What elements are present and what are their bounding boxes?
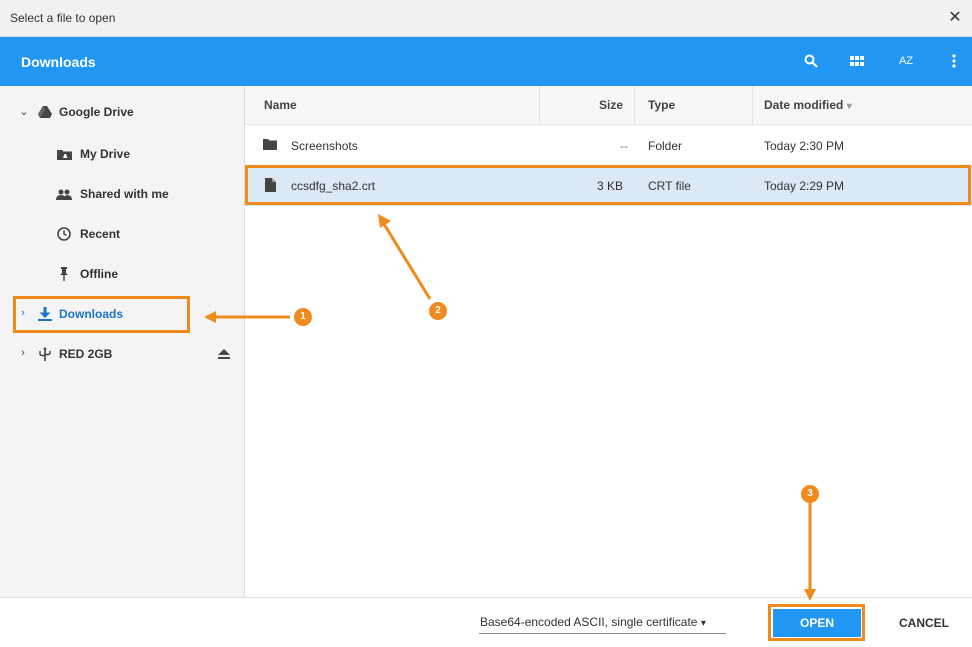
sidebar-item-label: Recent <box>80 227 121 241</box>
step-badge-3: 3 <box>801 485 819 503</box>
chevron-right-icon[interactable]: › <box>17 347 29 359</box>
step-badge-1: 1 <box>294 308 312 326</box>
dropdown-arrow-icon: ▾ <box>700 618 706 629</box>
file-list: Name Size Type Date modified ▾ Screensho… <box>245 86 972 597</box>
column-header-size[interactable]: Size <box>599 86 623 125</box>
folder-drive-icon <box>56 146 72 162</box>
file-date: Today 2:29 PM <box>764 179 845 193</box>
sidebar-item-label: Offline <box>80 267 118 281</box>
file-icon <box>265 178 276 195</box>
clock-icon <box>56 226 72 242</box>
column-divider[interactable] <box>539 86 540 125</box>
file-type-filter-label: Base64-encoded ASCII, single certificate <box>480 615 698 629</box>
cancel-button[interactable]: CANCEL <box>882 609 966 637</box>
usb-icon <box>37 346 53 362</box>
table-row[interactable]: ccsdfg_sha2.crt 3 KB CRT file Today 2:29… <box>245 166 972 206</box>
file-name: Screenshots <box>291 139 358 153</box>
sidebar-item-label: Google Drive <box>59 105 134 119</box>
column-header-type[interactable]: Type <box>648 86 675 125</box>
google-drive-icon <box>37 104 53 120</box>
dialog-footer: Base64-encoded ASCII, single certificate… <box>0 597 972 647</box>
sidebar-item-label: Shared with me <box>80 187 169 201</box>
file-name: ccsdfg_sha2.crt <box>291 179 376 193</box>
eject-icon[interactable] <box>216 346 232 362</box>
dialog-titlebar: Select a file to open ✕ <box>0 0 972 37</box>
sidebar-item-offline[interactable]: Offline <box>0 254 244 294</box>
column-divider[interactable] <box>752 86 753 125</box>
column-header-date-label: Date modified <box>764 98 844 112</box>
file-type-filter-select[interactable]: Base64-encoded ASCII, single certificate… <box>480 615 706 629</box>
column-header-name[interactable]: Name <box>264 86 297 125</box>
grid-view-icon[interactable] <box>845 49 869 73</box>
sidebar-item-label: My Drive <box>80 147 131 161</box>
open-button[interactable]: OPEN <box>773 609 861 637</box>
folder-icon <box>263 139 277 153</box>
chevron-right-icon[interactable]: › <box>17 307 29 319</box>
dialog-title: Select a file to open <box>10 11 116 25</box>
step-badge-2: 2 <box>429 302 447 320</box>
more-vert-icon[interactable] <box>942 49 966 73</box>
file-date: Today 2:30 PM <box>764 139 845 153</box>
sidebar-item-shared-with-me[interactable]: Shared with me <box>0 174 244 214</box>
file-list-header: Name Size Type Date modified ▾ <box>245 86 972 125</box>
sidebar-item-label: RED 2GB <box>59 347 113 361</box>
toolbar: Downloads AZ <box>0 37 972 86</box>
sort-descending-icon: ▾ <box>846 101 852 112</box>
current-folder-title: Downloads <box>21 54 96 70</box>
sidebar-item-recent[interactable]: Recent <box>0 214 244 254</box>
column-header-date[interactable]: Date modified ▾ <box>764 86 852 125</box>
sidebar-item-downloads[interactable]: › Downloads <box>0 294 244 334</box>
file-type: CRT file <box>648 179 691 193</box>
close-icon[interactable]: ✕ <box>944 7 966 29</box>
sort-az-icon[interactable]: AZ <box>894 49 918 73</box>
search-icon[interactable] <box>799 49 823 73</box>
column-divider[interactable] <box>634 86 635 125</box>
sidebar: ⌄ Google Drive My Drive Shared with me R… <box>0 86 245 597</box>
file-size: -- <box>620 139 628 153</box>
pin-icon <box>56 266 72 282</box>
download-icon <box>37 306 53 322</box>
sidebar-item-label: Downloads <box>59 307 124 321</box>
table-row[interactable]: Screenshots -- Folder Today 2:30 PM <box>245 126 972 166</box>
people-icon <box>56 186 72 202</box>
sidebar-item-red-2gb[interactable]: › RED 2GB <box>0 334 244 374</box>
sidebar-item-google-drive[interactable]: ⌄ Google Drive <box>0 92 244 132</box>
file-type: Folder <box>648 139 683 153</box>
sidebar-item-my-drive[interactable]: My Drive <box>0 134 244 174</box>
file-size: 3 KB <box>597 179 624 193</box>
filter-underline <box>479 633 726 634</box>
chevron-down-icon[interactable]: ⌄ <box>18 105 30 118</box>
